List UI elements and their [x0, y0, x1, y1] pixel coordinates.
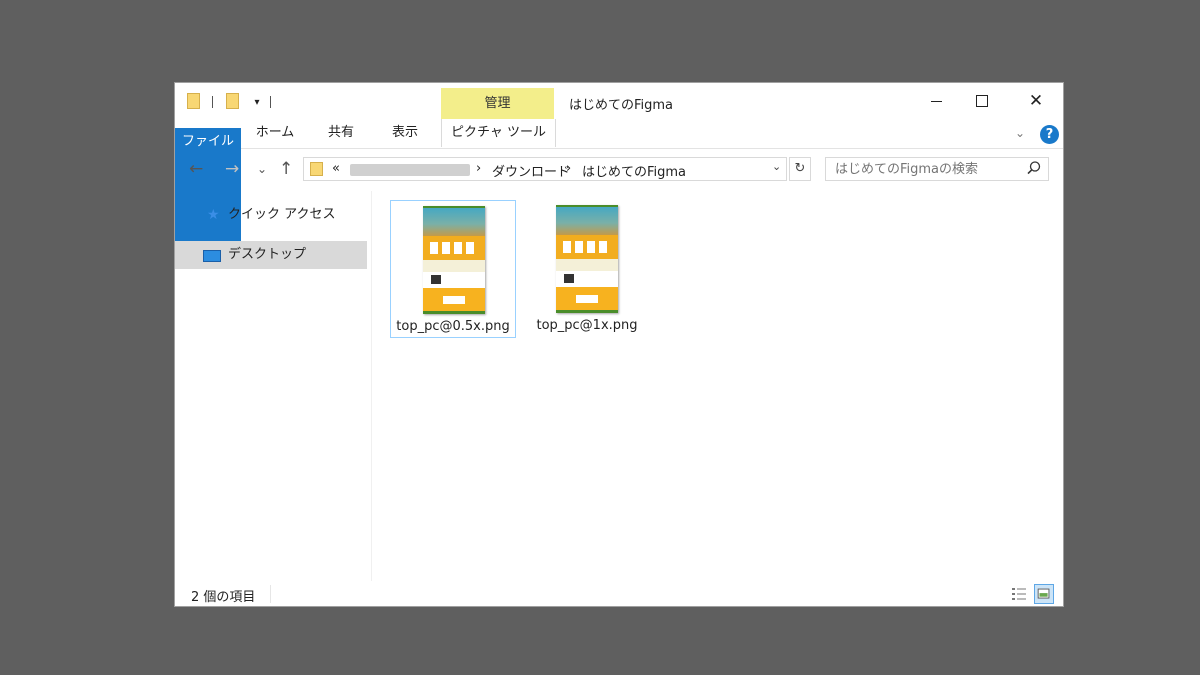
star-icon: ★ — [207, 207, 220, 223]
large-icons-view-icon[interactable] — [1034, 584, 1054, 604]
sidebar-item-label: クイック アクセス — [228, 207, 336, 222]
sidebar-item-quick-access[interactable]: ★ クイック アクセス — [175, 201, 367, 229]
tab-manage[interactable]: 管理 — [441, 88, 554, 120]
title-bar: ▾ 管理 はじめてのFigma ✕ — [175, 83, 1063, 120]
overflow-chevron[interactable]: « — [332, 161, 340, 176]
redacted-path — [350, 164, 470, 176]
ribbon-tabs: ファイル ホーム 共有 表示 ピクチャ ツール ⌄ ? — [175, 119, 1063, 266]
breadcrumb-separator[interactable]: › — [566, 161, 571, 176]
folder-icon[interactable] — [187, 93, 200, 109]
sidebar-item-label: デスクトップ — [228, 247, 307, 262]
divider — [270, 585, 271, 603]
recent-locations-icon[interactable]: ⌄ — [257, 159, 267, 179]
navigation-pane: ★ クイック アクセス デスクトップ — [175, 191, 372, 581]
window-title: はじめてのFigma — [569, 98, 674, 113]
image-thumbnail — [423, 206, 485, 314]
up-icon[interactable]: ↑ — [279, 159, 293, 179]
desktop-icon — [203, 250, 221, 262]
file-item[interactable]: top_pc@0.5x.png — [390, 200, 516, 338]
refresh-icon[interactable]: ↻ — [789, 157, 811, 181]
file-name: top_pc@0.5x.png — [396, 319, 510, 334]
folder-icon — [310, 162, 323, 176]
divider — [270, 96, 271, 108]
search-icon[interactable] — [1025, 159, 1043, 177]
file-item[interactable]: top_pc@1x.png — [524, 200, 650, 338]
address-dropdown-icon[interactable]: ⌄ — [772, 160, 781, 173]
close-icon: ✕ — [1028, 91, 1044, 111]
tab-view[interactable]: 表示 — [377, 119, 433, 147]
help-icon[interactable]: ? — [1040, 125, 1059, 144]
maximize-button[interactable] — [959, 83, 1005, 119]
new-folder-icon[interactable] — [226, 93, 239, 109]
close-button[interactable]: ✕ — [1013, 83, 1059, 119]
maximize-icon — [976, 95, 988, 107]
file-list: top_pc@0.5x.png top_pc@1x.png — [372, 191, 1062, 581]
tab-picture-tools[interactable]: ピクチャ ツール — [441, 119, 556, 147]
status-bar: 2 個の項目 — [175, 581, 1063, 607]
divider — [212, 96, 213, 108]
minimize-icon — [930, 100, 942, 102]
address-bar[interactable]: « › ダウンロード › はじめてのFigma ⌄ — [303, 157, 787, 181]
sidebar-item-desktop[interactable]: デスクトップ — [175, 241, 367, 269]
navigation-bar: ← → ⌄ ↑ « › ダウンロード › はじめてのFigma ⌄ ↻ — [175, 149, 1063, 189]
back-icon[interactable]: ← — [189, 159, 203, 179]
forward-icon[interactable]: → — [225, 159, 239, 179]
minimize-button[interactable] — [913, 83, 959, 119]
breadcrumb-separator[interactable]: › — [476, 161, 481, 176]
breadcrumb-downloads[interactable]: ダウンロード — [492, 161, 570, 180]
tab-share[interactable]: 共有 — [313, 119, 369, 147]
file-explorer-window: ▾ 管理 はじめてのFigma ✕ ファイル ホーム 共有 表示 ピクチャ ツー… — [174, 82, 1064, 607]
item-count: 2 個の項目 — [191, 590, 256, 605]
search-input[interactable] — [825, 157, 1049, 181]
image-thumbnail — [556, 205, 618, 313]
details-view-icon[interactable] — [1009, 584, 1029, 604]
expand-ribbon-icon[interactable]: ⌄ — [1015, 126, 1025, 140]
breadcrumb-current-folder[interactable]: はじめてのFigma — [582, 161, 686, 180]
quick-access-dropdown-icon[interactable]: ▾ — [251, 97, 263, 109]
file-name: top_pc@1x.png — [536, 318, 638, 333]
tab-home[interactable]: ホーム — [245, 119, 305, 147]
